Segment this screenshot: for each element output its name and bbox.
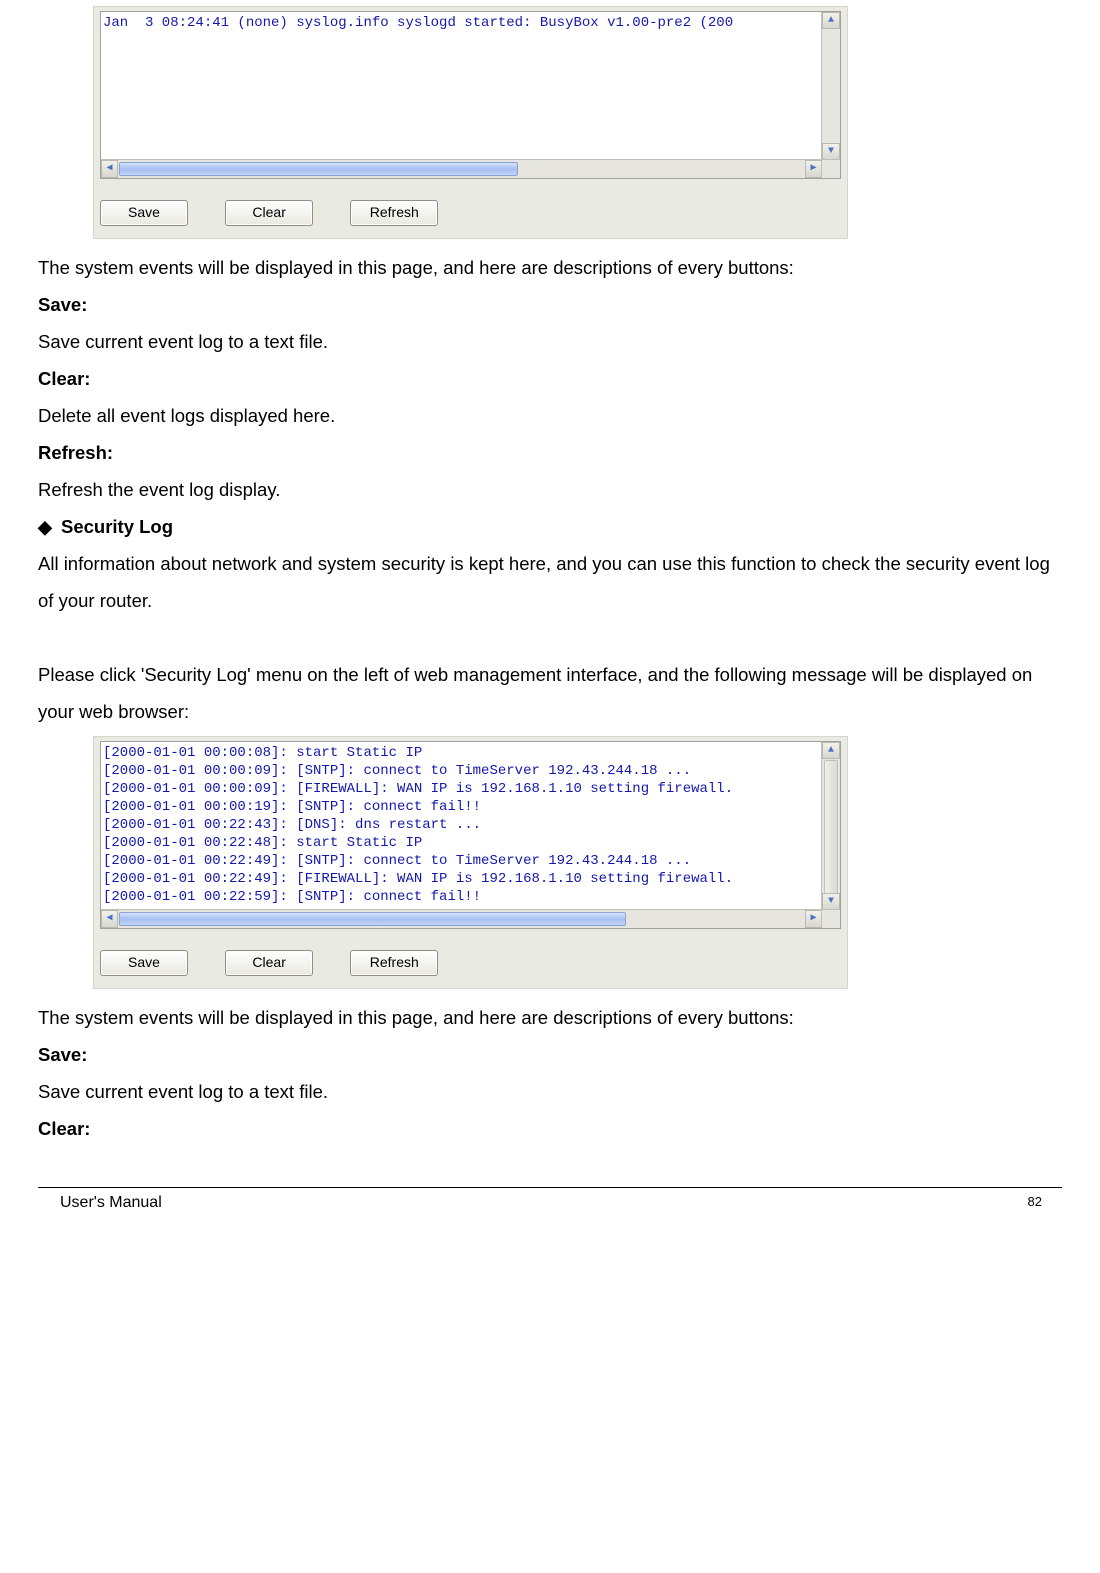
system-log-screenshot: Jan 3 08:24:41 (none) syslog.info syslog… [93,6,848,239]
scroll-thumb[interactable] [824,760,838,902]
security-log-heading: ◆ Security Log [38,508,1062,545]
security-log-screenshot: [2000-01-01 00:00:08]: start Static IP [… [93,736,848,989]
paragraph: The system events will be displayed in t… [38,249,1062,286]
button-row: Save Clear Refresh [94,181,847,238]
clear-description: Delete all event logs displayed here. [38,397,1062,434]
scroll-up-icon[interactable]: ▲ [822,742,840,759]
save-button[interactable]: Save [100,950,188,976]
refresh-button[interactable]: Refresh [350,200,438,226]
security-log-textarea[interactable]: [2000-01-01 00:00:08]: start Static IP [… [100,741,841,929]
horizontal-scrollbar[interactable]: ◀ ▶ [101,909,822,928]
footer-left: User's Manual [60,1194,162,1212]
scroll-corner [821,159,840,178]
button-row: Save Clear Refresh [94,931,847,988]
scroll-up-icon[interactable]: ▲ [822,12,840,29]
scroll-left-icon[interactable]: ◀ [101,910,118,928]
horizontal-scrollbar[interactable]: ◀ ▶ [101,159,822,178]
vertical-scrollbar[interactable]: ▲ ▼ [821,12,840,160]
system-log-textarea[interactable]: Jan 3 08:24:41 (none) syslog.info syslog… [100,11,841,179]
scroll-thumb[interactable] [119,162,518,176]
save-label: Save: [38,286,1062,323]
security-log-heading-text: Security Log [61,516,173,537]
security-paragraph-1: All information about network and system… [38,545,1062,619]
diamond-bullet-icon: ◆ [38,509,52,545]
scroll-right-icon[interactable]: ▶ [805,160,822,178]
clear-label: Clear: [38,1110,1062,1147]
page-number: 82 [1028,1194,1062,1212]
security-paragraph-2: Please click 'Security Log' menu on the … [38,656,1062,730]
scroll-corner [821,909,840,928]
save-description: Save current event log to a text file. [38,323,1062,360]
save-label: Save: [38,1036,1062,1073]
scroll-left-icon[interactable]: ◀ [101,160,118,178]
refresh-label: Refresh: [38,434,1062,471]
save-description: Save current event log to a text file. [38,1073,1062,1110]
refresh-button[interactable]: Refresh [350,950,438,976]
vertical-scrollbar[interactable]: ▲ ▼ [821,742,840,910]
clear-button[interactable]: Clear [225,200,313,226]
save-button[interactable]: Save [100,200,188,226]
scroll-thumb[interactable] [119,912,626,926]
refresh-description: Refresh the event log display. [38,471,1062,508]
system-log-line: Jan 3 08:24:41 (none) syslog.info syslog… [101,12,840,34]
page-footer: User's Manual 82 [0,1188,1100,1232]
paragraph: The system events will be displayed in t… [38,999,1062,1036]
scroll-right-icon[interactable]: ▶ [805,910,822,928]
scroll-down-icon[interactable]: ▼ [822,143,840,160]
clear-button[interactable]: Clear [225,950,313,976]
scroll-down-icon[interactable]: ▼ [822,893,840,910]
clear-label: Clear: [38,360,1062,397]
